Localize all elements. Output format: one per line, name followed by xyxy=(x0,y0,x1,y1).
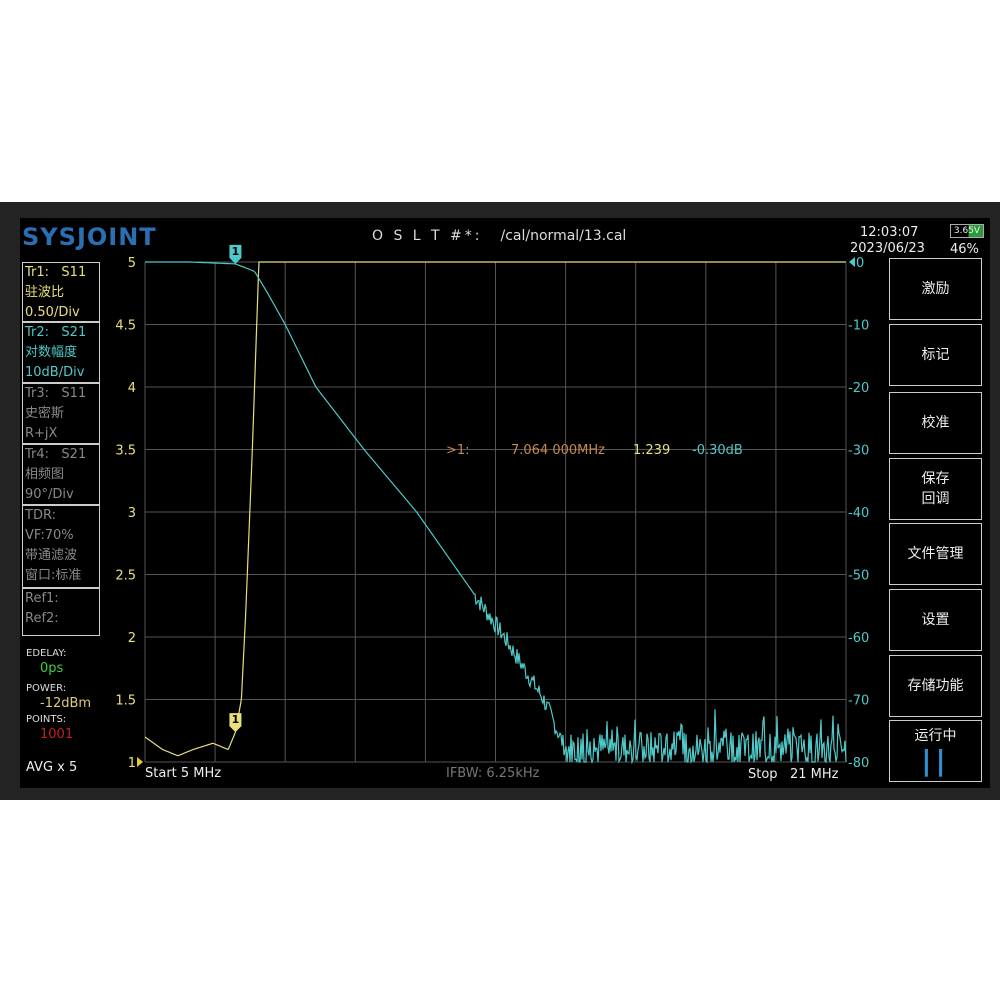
chart: 5 4.5 4 3.5 3 2.5 2 1.5 1 0 -10 -20 -30 -40 -50 -60 -70 -… xyxy=(115,244,869,771)
left-tick-label: 5 xyxy=(128,256,136,271)
left-tick-label: 3.5 xyxy=(115,444,136,459)
marker-s11: 1.239 xyxy=(633,443,671,458)
left-tick-label: 1.5 xyxy=(115,694,136,709)
right-tick-label: -40 xyxy=(848,506,869,521)
right-tick-label: -70 xyxy=(848,694,869,709)
right-tick-label: -60 xyxy=(848,631,869,646)
right-tick-label: -50 xyxy=(848,569,869,584)
marker-s21-label: 1 xyxy=(232,245,240,258)
left-tick-label: 4.5 xyxy=(115,319,136,334)
stop-freq: Stop 21 MHz xyxy=(748,767,839,782)
marker-s21: -0.30dB xyxy=(692,443,743,458)
right-tick-label: 0 xyxy=(856,256,864,271)
right-tick-label: -30 xyxy=(848,444,869,459)
ref-arrow-left-icon xyxy=(137,757,143,767)
left-tick-label: 3 xyxy=(128,506,136,521)
marker-s11-label: 1 xyxy=(232,713,240,726)
marker-freq: 7.064 000MHz xyxy=(511,443,605,458)
ifbw: IFBW: 6.25kHz xyxy=(446,766,540,781)
left-tick-label: 1 xyxy=(128,756,136,771)
left-tick-label: 2.5 xyxy=(115,569,136,584)
right-tick-label: -10 xyxy=(848,319,869,334)
right-tick-label: -20 xyxy=(848,381,869,396)
start-freq: Start 5 MHz xyxy=(145,766,222,781)
marker-id: >1: xyxy=(446,443,470,458)
left-tick-label: 2 xyxy=(128,631,136,646)
left-tick-label: 4 xyxy=(128,381,136,396)
right-tick-label: -80 xyxy=(848,756,869,771)
ref-arrow-right-icon xyxy=(849,257,855,267)
